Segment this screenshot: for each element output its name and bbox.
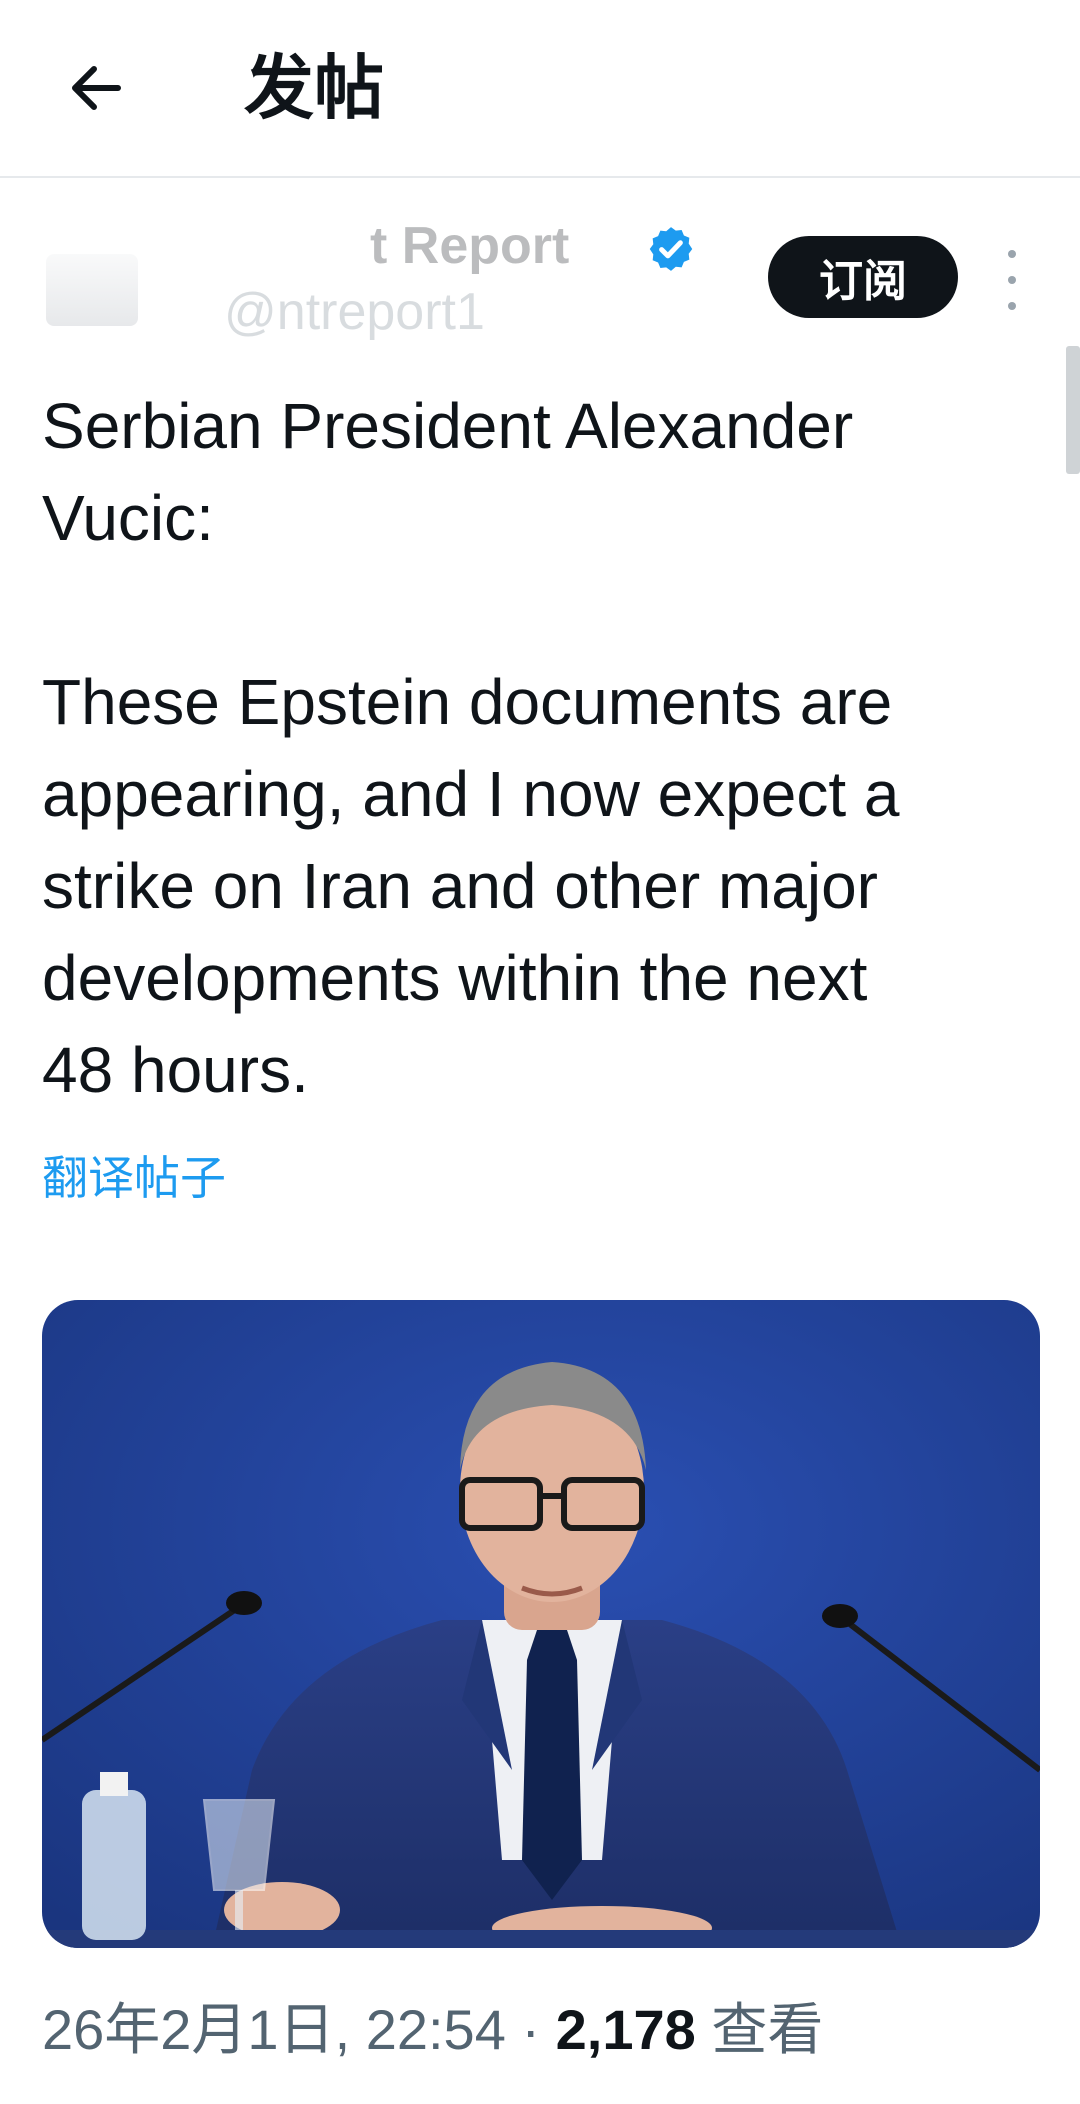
more-vertical-icon [1008, 250, 1016, 258]
translate-post-link[interactable]: 翻译帖子 [42, 1150, 226, 1206]
post-meta: 26年2月1日, 22:54 · 2,178 查看 [42, 1996, 823, 2064]
views-label: 查看 [711, 1998, 824, 2061]
back-button[interactable] [58, 50, 134, 126]
arrow-left-icon [72, 66, 121, 110]
author-handle[interactable]: @ntreport1 [224, 282, 485, 342]
author-display-name[interactable]: t Report [370, 216, 569, 276]
press-conference-photo [42, 1300, 1040, 1948]
subscribe-button[interactable]: 订阅 [768, 236, 958, 318]
verified-badge-icon [649, 227, 693, 271]
meta-separator: · [521, 1998, 541, 2061]
top-bar: 发帖 [0, 0, 1080, 178]
scrollbar[interactable] [1066, 346, 1080, 474]
post-text: Serbian President Alexander Vucic: These… [42, 390, 900, 1106]
more-options-button[interactable] [1000, 250, 1024, 310]
views-count: 2,178 [555, 1998, 696, 2061]
page-title: 发帖 [244, 49, 384, 127]
post-timestamp[interactable]: 26年2月1日, 22:54 [42, 1998, 506, 2061]
post-author-header: t Report @ntreport1 订阅 [0, 210, 1080, 342]
post-image[interactable] [42, 1300, 1040, 1948]
avatar[interactable] [46, 254, 138, 326]
